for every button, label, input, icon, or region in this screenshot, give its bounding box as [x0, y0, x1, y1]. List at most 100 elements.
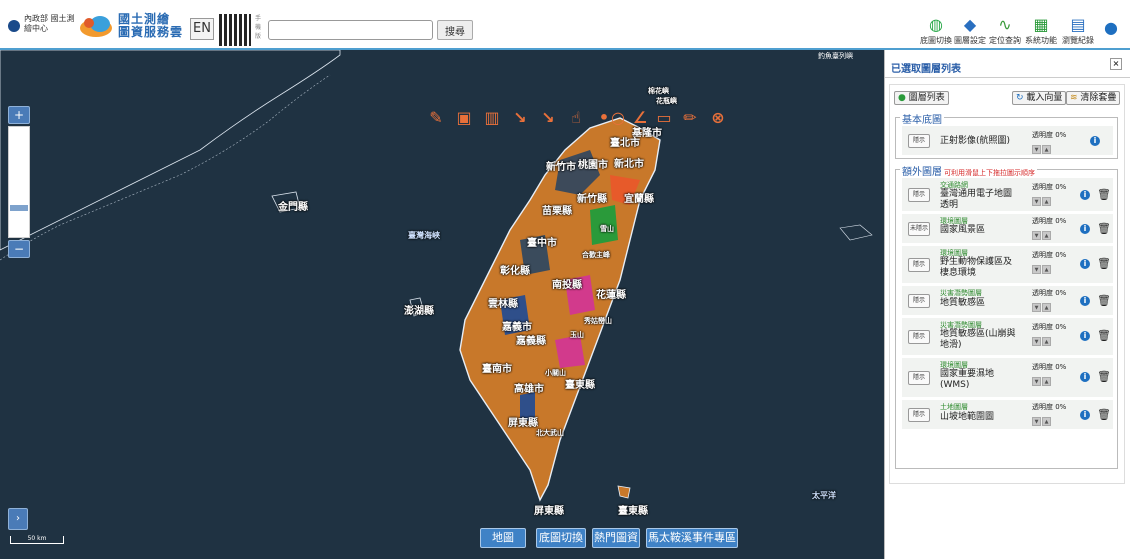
trash-icon[interactable]: 🗑: [1097, 189, 1111, 201]
draw-arrow2-icon[interactable]: ↘: [536, 106, 560, 130]
info-icon[interactable]: i: [1080, 296, 1090, 306]
draw-pen-icon[interactable]: ✏: [678, 106, 702, 130]
opacity-label: 透明度 0%: [1032, 183, 1067, 191]
layer-row[interactable]: 隱示 災害潛勢圖層 地質敏感區(山崩與地滑) 透明度 0% ▼ ▲ i 🗑: [902, 318, 1113, 356]
moi-text: 內政部 國土測繪中心: [24, 14, 75, 33]
opacity-up-button[interactable]: ▲: [1042, 265, 1051, 274]
draw-text-icon[interactable]: ✎: [424, 106, 448, 130]
zoom-out-button[interactable]: −: [8, 240, 30, 258]
user-icon[interactable]: ●: [1104, 18, 1122, 37]
layer-toggle-button[interactable]: 隱示: [908, 293, 930, 308]
layer-row[interactable]: 隱示 環境圖層 國家重要濕地(WMS) 透明度 0% ▼ ▲ i 🗑: [902, 358, 1113, 398]
opacity-down-button[interactable]: ▼: [1032, 265, 1041, 274]
trash-icon[interactable]: 🗑: [1097, 330, 1111, 342]
tool-history[interactable]: ▤ 瀏覽紀錄: [1058, 16, 1098, 46]
draw-image-icon[interactable]: ▣: [452, 106, 476, 130]
layer-toggle-button[interactable]: 隱示: [908, 257, 930, 272]
trash-icon[interactable]: 🗑: [1097, 295, 1111, 307]
layer-list-button[interactable]: ● 圖層列表: [894, 91, 949, 105]
layer-toggle-button[interactable]: 隱示: [908, 407, 930, 422]
opacity-down-button[interactable]: ▼: [1032, 145, 1041, 154]
zoom-in-button[interactable]: +: [8, 106, 30, 124]
opacity-down-button[interactable]: ▼: [1032, 337, 1041, 346]
opacity-up-button[interactable]: ▲: [1042, 337, 1051, 346]
opacity-up-button[interactable]: ▲: [1042, 417, 1051, 426]
layer-name: 國家重要濕地(WMS): [940, 369, 995, 390]
close-icon[interactable]: ×: [1110, 58, 1122, 70]
map-label: 新竹市: [546, 162, 576, 173]
opacity-up-button[interactable]: ▲: [1042, 197, 1051, 206]
panel-body: ● 圖層列表 ↻ 載入向量 ≋ 清除套疊 基本底圖 隱示 正射影像(航照圖) 透…: [889, 84, 1125, 484]
qr-code-icon[interactable]: [219, 14, 251, 46]
map-label: 花瓶嶼: [656, 97, 677, 105]
english-button[interactable]: EN: [190, 18, 214, 40]
trash-icon[interactable]: 🗑: [1097, 223, 1111, 235]
trash-icon[interactable]: 🗑: [1097, 409, 1111, 421]
info-icon[interactable]: i: [1090, 136, 1100, 146]
map-label: 臺東縣: [618, 506, 648, 517]
layer-toggle-button[interactable]: 隱示: [908, 329, 930, 344]
tab-event-zone[interactable]: 馬太鞍溪事件專區: [646, 528, 738, 548]
tab-basemap-switch[interactable]: 底圖切換: [536, 528, 586, 548]
scale-bar: 50 km: [10, 536, 64, 544]
load-vector-button[interactable]: ↻ 載入向量: [1012, 91, 1067, 105]
layer-row[interactable]: 隱示 土地圖層 山坡地範圍圖 透明度 0% ▼ ▲ i 🗑: [902, 400, 1113, 430]
layer-toggle-button[interactable]: 隱示: [908, 187, 930, 202]
zoom-slider[interactable]: [8, 126, 30, 238]
draw-arrow-icon[interactable]: ↘: [508, 106, 532, 130]
draw-circle-icon[interactable]: ○: [606, 106, 630, 130]
search-input[interactable]: [268, 20, 433, 40]
opacity-down-button[interactable]: ▼: [1032, 417, 1041, 426]
map-label: 金門縣: [278, 202, 308, 213]
search-button[interactable]: 搜尋: [437, 20, 473, 40]
layer-name: 山坡地範圍圖: [940, 412, 995, 422]
layer-row[interactable]: 隱示 環境圖層 野生動物保護區及棲息環境 透明度 0% ▼ ▲ i 🗑: [902, 246, 1113, 284]
expand-panel-button[interactable]: ›: [8, 508, 28, 530]
info-icon[interactable]: i: [1080, 331, 1090, 341]
map-canvas[interactable]: 釣魚臺列嶼 ✎ ▣ ▥ ↘ ↘ ☝ • ○ ∠ ▭ ✏ ⊗ + − › 50 k…: [0, 50, 884, 559]
info-icon[interactable]: i: [1080, 259, 1090, 269]
opacity-up-button[interactable]: ▲: [1042, 231, 1051, 240]
draw-clear-icon[interactable]: ⊗: [706, 106, 730, 130]
tool-locate[interactable]: ∿ 定位查詢: [985, 16, 1025, 46]
info-icon[interactable]: i: [1080, 372, 1090, 382]
opacity-down-button[interactable]: ▼: [1032, 377, 1041, 386]
site-title[interactable]: 國土測繪 圖資服務雲: [118, 13, 183, 39]
opacity-down-button[interactable]: ▼: [1032, 303, 1041, 312]
map-label: 臺灣海峽: [408, 231, 440, 240]
map-label: 屏東縣: [534, 506, 564, 517]
opacity-up-button[interactable]: ▲: [1042, 145, 1051, 154]
layer-row[interactable]: 隱示 交通路網 臺灣通用電子地圖透明 透明度 0% ▼ ▲ i 🗑: [902, 178, 1113, 212]
tool-layer-settings[interactable]: ◆ 圖層設定: [950, 16, 990, 46]
opacity-down-button[interactable]: ▼: [1032, 231, 1041, 240]
info-icon[interactable]: i: [1080, 190, 1090, 200]
layer-row[interactable]: 隱示 災害潛勢圖層 地質敏感區 透明度 0% ▼ ▲ i 🗑: [902, 286, 1113, 316]
opacity-up-button[interactable]: ▲: [1042, 377, 1051, 386]
map-label: 臺東縣: [565, 380, 595, 391]
clear-overlay-button[interactable]: ≋ 清除套疊: [1066, 91, 1121, 105]
cloud-logo: [80, 16, 112, 37]
layer-category: 災害潛勢圖層: [940, 289, 982, 297]
tab-map[interactable]: 地圖: [480, 528, 526, 548]
layer-row[interactable]: 未隱示 環境圖層 國家風景區 透明度 0% ▼ ▲ i 🗑: [902, 214, 1113, 244]
layer-name: 正射影像(航照圖): [940, 136, 1011, 146]
trash-icon[interactable]: 🗑: [1097, 258, 1111, 270]
trash-icon[interactable]: 🗑: [1097, 371, 1111, 383]
zoom-slider-thumb[interactable]: [10, 205, 28, 211]
document-icon: ▤: [1070, 15, 1086, 34]
draw-hand-icon[interactable]: ☝: [564, 106, 588, 130]
tool-system[interactable]: ▦ 系統功能: [1021, 16, 1061, 46]
info-icon[interactable]: i: [1080, 410, 1090, 420]
layer-toggle-button[interactable]: 未隱示: [908, 221, 930, 236]
draw-building-icon[interactable]: ▥: [480, 106, 504, 130]
tab-popular-data[interactable]: 熱門圖資: [592, 528, 640, 548]
layer-toggle-button[interactable]: 隱示: [908, 133, 930, 148]
info-icon[interactable]: i: [1080, 224, 1090, 234]
map-label: 屏東縣: [508, 418, 538, 429]
selected-layers-panel: 已選取圖層列表 × ● 圖層列表 ↻ 載入向量 ≋ 清除套疊 基本底圖 隱示 正…: [884, 50, 1130, 559]
tool-locate-label: 定位查詢: [989, 36, 1021, 45]
opacity-down-button[interactable]: ▼: [1032, 197, 1041, 206]
draw-toolbar: ✎ ▣ ▥ ↘ ↘ ☝ • ○ ∠ ▭ ✏ ⊗: [424, 106, 734, 132]
opacity-up-button[interactable]: ▲: [1042, 303, 1051, 312]
layer-toggle-button[interactable]: 隱示: [908, 370, 930, 385]
